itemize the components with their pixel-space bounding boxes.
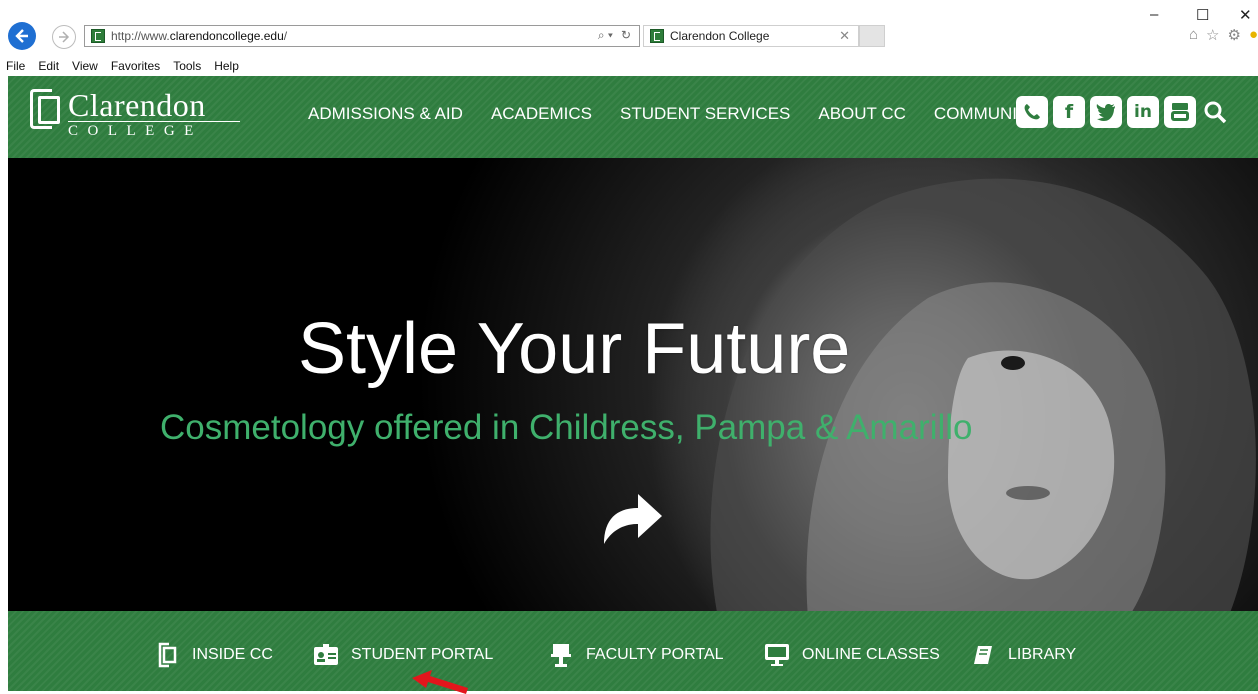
id-card-icon	[313, 642, 339, 668]
browser-chrome: http://www.clarendoncollege.edu/ ⌕ ▾ ↻ C…	[0, 0, 1258, 76]
logo-name: Clarendon	[68, 87, 206, 123]
hero-subline: Cosmetology offered in Childress, Pampa …	[160, 408, 973, 447]
quicklink-label: FACULTY PORTAL	[586, 646, 724, 663]
forward-button[interactable]	[52, 25, 76, 49]
smiley-icon[interactable]: ●	[1249, 26, 1258, 44]
browser-toolbar-icons: ⌂ ☆ ⚙ ●	[1189, 26, 1258, 44]
youtube-icon[interactable]	[1164, 96, 1196, 128]
new-tab-button[interactable]	[859, 25, 885, 47]
podium-icon	[548, 642, 574, 668]
quicklink-label: LIBRARY	[1008, 646, 1077, 663]
quicklink-label: ONLINE CLASSES	[802, 646, 940, 663]
minimize-icon[interactable]: –	[1150, 6, 1158, 23]
tab-favicon-icon	[650, 29, 664, 43]
nav-about-cc[interactable]: ABOUT CC	[818, 104, 906, 124]
cc-logo-icon	[30, 89, 62, 133]
url-text[interactable]: http://www.clarendoncollege.edu/	[111, 29, 287, 43]
maximize-icon[interactable]: ☐	[1196, 6, 1209, 24]
forward-arrow-icon	[59, 31, 70, 43]
quicklink-label: INSIDE CC	[192, 646, 273, 663]
menu-view[interactable]: View	[72, 59, 98, 73]
social-links: f in	[1016, 96, 1229, 128]
menu-help[interactable]: Help	[214, 59, 239, 73]
browser-tab[interactable]: Clarendon College ✕	[643, 25, 859, 47]
linkedin-icon[interactable]: in	[1127, 96, 1159, 128]
quicklink-faculty-portal[interactable]: FACULTY PORTAL	[548, 642, 724, 668]
hero-banner[interactable]: Style Your Future Cosmetology offered in…	[8, 158, 1258, 611]
back-arrow-icon	[15, 29, 28, 43]
favorites-star-icon[interactable]: ☆	[1206, 26, 1219, 44]
hero-headline: Style Your Future	[298, 309, 851, 389]
menu-tools[interactable]: Tools	[173, 59, 201, 73]
monitor-icon	[764, 642, 790, 668]
quicklink-student-portal[interactable]: STUDENT PORTAL	[313, 642, 493, 668]
site-logo[interactable]: Clarendon COLLEGE	[30, 89, 240, 140]
book-icon	[970, 642, 996, 668]
main-navigation: ADMISSIONS & AID ACADEMICS STUDENT SERVI…	[308, 104, 1039, 124]
phone-icon[interactable]	[1016, 96, 1048, 128]
nav-student-services[interactable]: STUDENT SERVICES	[620, 104, 790, 124]
site-favicon-icon	[91, 29, 105, 43]
refresh-icon[interactable]: ↻	[621, 28, 631, 43]
address-bar[interactable]: http://www.clarendoncollege.edu/ ⌕ ▾ ↻	[84, 25, 640, 47]
menu-favorites[interactable]: Favorites	[111, 59, 160, 73]
quicklink-label: STUDENT PORTAL	[351, 646, 494, 663]
back-button[interactable]	[8, 22, 36, 50]
nav-admissions-aid[interactable]: ADMISSIONS & AID	[308, 104, 463, 124]
nav-academics[interactable]: ACADEMICS	[491, 104, 592, 124]
twitter-icon[interactable]	[1090, 96, 1122, 128]
close-window-icon[interactable]: ✕	[1239, 6, 1252, 24]
tab-close-icon[interactable]: ✕	[839, 28, 850, 44]
annotation-arrow-icon	[412, 670, 468, 694]
facebook-icon[interactable]: f	[1053, 96, 1085, 128]
cc-logo-icon	[154, 642, 180, 668]
menu-bar: File Edit View Favorites Tools Help	[0, 57, 239, 75]
settings-gear-icon[interactable]: ⚙	[1227, 26, 1240, 44]
menu-edit[interactable]: Edit	[38, 59, 59, 73]
site-header: Clarendon COLLEGE ADMISSIONS & AID ACADE…	[8, 76, 1258, 158]
home-icon[interactable]: ⌂	[1189, 26, 1198, 44]
quicklink-online-classes[interactable]: ONLINE CLASSES	[764, 642, 940, 668]
quicklink-inside-cc[interactable]: INSIDE CC	[154, 642, 273, 668]
curved-arrow-icon[interactable]	[600, 486, 664, 546]
tab-title: Clarendon College	[670, 29, 770, 43]
search-icon[interactable]	[1201, 96, 1229, 128]
quicklink-library[interactable]: LIBRARY	[970, 642, 1076, 668]
quick-links-bar: INSIDE CC STUDENT PORTAL FACULTY PORTAL …	[8, 611, 1258, 691]
logo-subtitle: COLLEGE	[68, 121, 240, 140]
menu-file[interactable]: File	[6, 59, 25, 73]
search-dropdown-icon[interactable]: ⌕ ▾	[598, 28, 613, 43]
